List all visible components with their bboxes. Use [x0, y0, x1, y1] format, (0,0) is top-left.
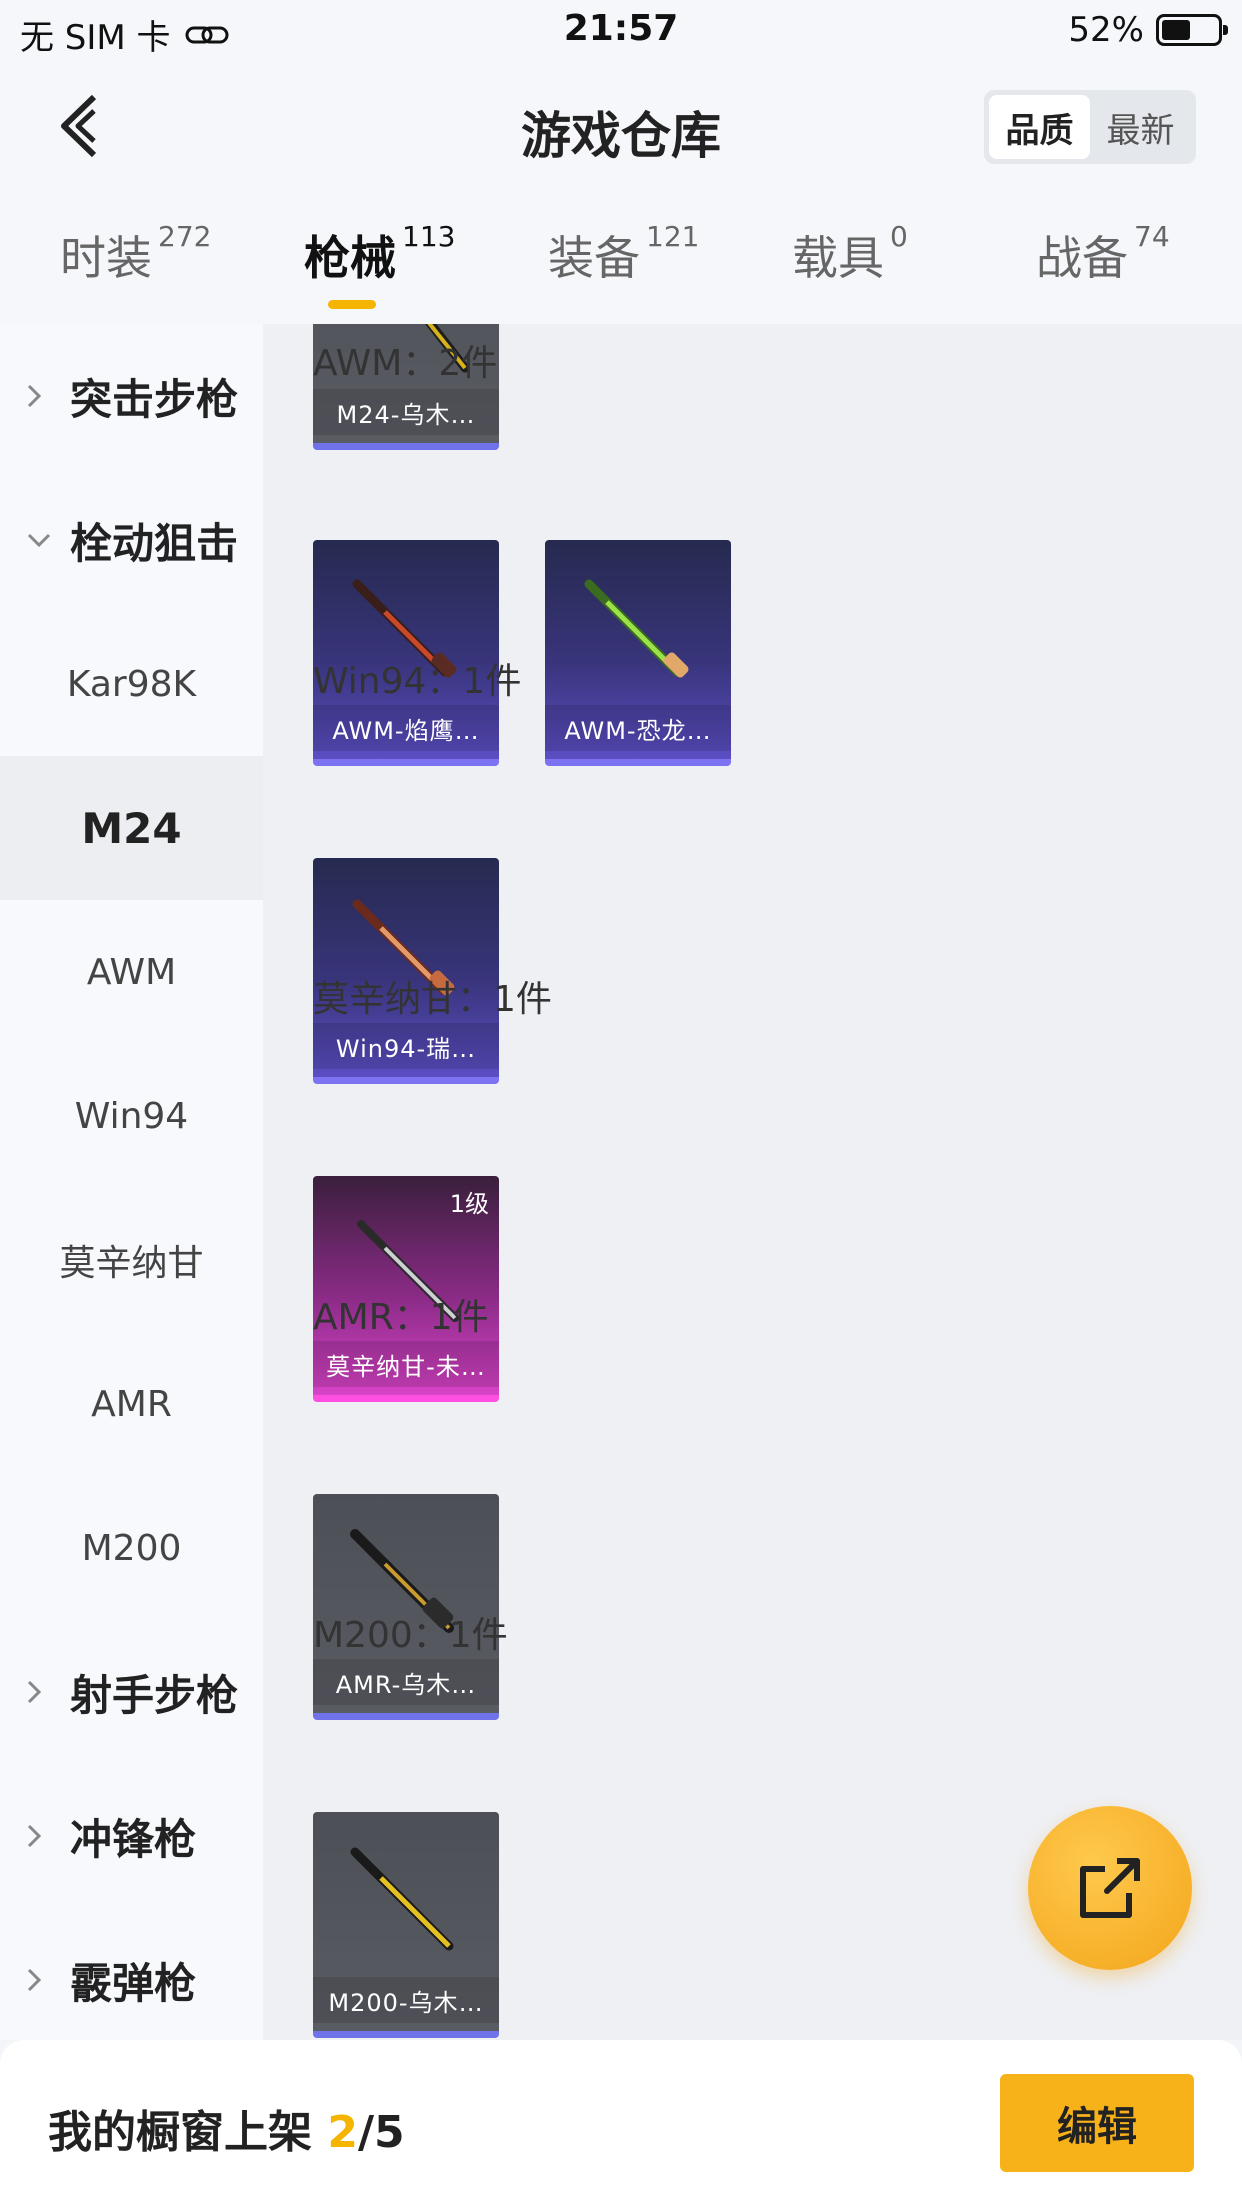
battery-icon — [1156, 14, 1228, 46]
clock: 21:57 — [563, 8, 679, 49]
sidebar-group-shotguns[interactable]: 霰弹枪 — [0, 1908, 263, 2040]
sidebar-item-mosin[interactable]: 莫辛纳甘 — [0, 1188, 263, 1332]
item-card-m200[interactable]: M200-乌木… — [313, 1812, 499, 2038]
showcase-total: /5 — [357, 2107, 405, 2158]
item-level-badge: 1级 — [449, 1190, 489, 1218]
item-card-label: M24-乌木… — [313, 389, 499, 435]
sidebar-item-awm[interactable]: AWM — [0, 900, 263, 1044]
chevron-right-icon — [26, 1823, 56, 1849]
chevron-right-icon — [26, 1967, 56, 1993]
chevron-down-icon — [26, 532, 56, 548]
sidebar-group-smg[interactable]: 冲锋枪 — [0, 1764, 263, 1908]
status-bar: 无 SIM 卡 21:57 52% — [0, 0, 1242, 62]
back-arrow-icon — [61, 94, 97, 158]
tab-fashion[interactable]: 时装 272 — [60, 220, 212, 288]
sidebar-group-label: 射手步枪 — [70, 1670, 239, 1720]
back-button[interactable] — [44, 88, 114, 164]
section-title-m200: M200：1件 — [313, 1615, 508, 1656]
tab-firearms[interactable]: 枪械 113 — [304, 220, 456, 288]
tab-count: 74 — [1134, 220, 1170, 253]
sidebar-group-assault-rifles[interactable]: 突击步枪 — [0, 324, 263, 468]
item-card-awm-2[interactable]: AWM-恐龙… — [545, 540, 731, 766]
sort-newest-button[interactable]: 最新 — [1090, 95, 1191, 159]
tab-label: 时装 — [60, 231, 152, 285]
item-card-label: AMR-乌木… — [313, 1659, 499, 1705]
bottom-bar: 我的橱窗上架 2/5 编辑 — [0, 2040, 1242, 2208]
sidebar-item-m24[interactable]: M24 — [0, 756, 263, 900]
battery-percent: 52% — [1068, 10, 1144, 50]
section-title-mosin: 莫辛纳甘：1件 — [313, 979, 552, 1020]
tab-count: 0 — [890, 220, 908, 253]
chevron-right-icon — [26, 383, 56, 409]
battery-fill — [1162, 20, 1191, 40]
section-title-amr: AMR：1件 — [313, 1297, 489, 1338]
sort-toggle: 品质 最新 — [984, 90, 1196, 164]
showcase-status: 我的橱窗上架 2/5 — [48, 2096, 405, 2160]
item-card-label: M200-乌木… — [313, 1977, 499, 2023]
showcase-label: 我的橱窗上架 — [48, 2107, 312, 2158]
edit-button[interactable]: 编辑 — [1000, 2074, 1194, 2172]
sidebar: 突击步枪 栓动狙击 Kar98K M24 AWM Win94 莫辛纳甘 AMR … — [0, 324, 263, 2040]
tab-supplies[interactable]: 战备 74 — [1036, 220, 1170, 288]
category-tabs: 时装 272 枪械 113 装备 121 载具 0 战备 74 — [0, 192, 1242, 324]
sort-quality-button[interactable]: 品质 — [989, 95, 1090, 159]
nav-bar: 游戏仓库 品质 最新 — [0, 62, 1242, 192]
tab-label: 装备 — [548, 231, 640, 285]
sidebar-item-kar98k[interactable]: Kar98K — [0, 612, 263, 756]
item-grid: M24-乌木… AWM：2件 AWM-焰鹰… AWM-恐龙… Win94：1件 … — [263, 324, 1242, 2040]
sidebar-group-label: 冲锋枪 — [70, 1814, 197, 1864]
showcase-count: 2 — [327, 2107, 358, 2158]
tab-count: 113 — [402, 220, 456, 253]
sidebar-item-amr[interactable]: AMR — [0, 1332, 263, 1476]
section-title-win94: Win94：1件 — [313, 661, 522, 702]
sidebar-item-m200[interactable]: M200 — [0, 1476, 263, 1620]
tab-label: 枪械 — [304, 231, 396, 285]
tab-count: 272 — [158, 220, 212, 253]
share-icon — [1080, 1858, 1140, 1918]
rifle-icon — [584, 579, 689, 678]
share-button[interactable] — [1028, 1806, 1192, 1970]
chevron-right-icon — [26, 1679, 56, 1705]
item-card-label: Win94-瑞… — [313, 1023, 499, 1069]
tab-count: 121 — [646, 220, 700, 253]
active-tab-indicator — [328, 300, 376, 309]
rifle-icon — [350, 1847, 454, 1951]
sidebar-group-bolt-action[interactable]: 栓动狙击 — [0, 468, 263, 612]
tab-vehicles[interactable]: 载具 0 — [792, 220, 908, 288]
tab-label: 战备 — [1036, 231, 1128, 285]
item-card-label: AWM-恐龙… — [545, 705, 731, 751]
battery-status: 52% — [1068, 10, 1228, 50]
tab-label: 载具 — [792, 231, 884, 285]
tab-equipment[interactable]: 装备 121 — [548, 220, 700, 288]
section-title-awm: AWM：2件 — [313, 343, 498, 384]
sidebar-item-win94[interactable]: Win94 — [0, 1044, 263, 1188]
sidebar-group-marksman-rifles[interactable]: 射手步枪 — [0, 1620, 263, 1764]
item-card-label: AWM-焰鹰… — [313, 705, 499, 751]
sidebar-group-label: 突击步枪 — [70, 374, 239, 424]
sidebar-group-label: 栓动狙击 — [70, 518, 239, 568]
item-card-label: 莫辛纳甘-未… — [313, 1341, 499, 1387]
sidebar-group-label: 霰弹枪 — [70, 1958, 197, 2008]
